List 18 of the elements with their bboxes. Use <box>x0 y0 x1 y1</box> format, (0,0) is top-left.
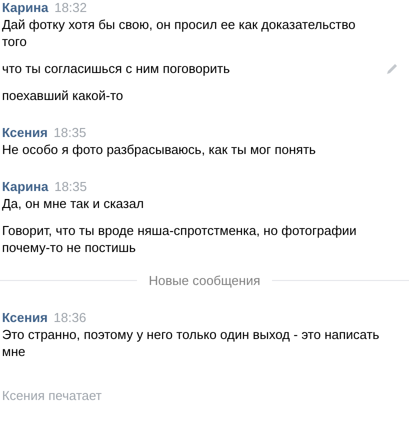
message-text: Дай фотку хотя бы свою, он просил ее как доказательство того <box>2 16 356 50</box>
message-text: Говорит, что ты вроде няша-спротстменка, но фотографии почему-то не постишь <box>2 222 358 256</box>
message-time: 18:35 <box>54 179 87 194</box>
message-time: 18:32 <box>54 0 87 15</box>
author-name[interactable]: Ксения <box>2 310 48 325</box>
message-time: 18:35 <box>54 125 86 140</box>
author-name[interactable]: Ксения <box>2 125 48 140</box>
author-name[interactable]: Карина <box>2 0 48 15</box>
pencil-icon[interactable] <box>386 62 398 74</box>
message-text: Это странно, поэтому у него только один выход - это написать мне <box>2 326 380 360</box>
message-text: Да, он мне так и сказал <box>2 195 145 212</box>
message-text: что ты согласишься с ним поговорить <box>2 60 231 77</box>
new-messages-label: Новые сообщения <box>148 272 262 289</box>
message-time: 18:36 <box>54 310 86 325</box>
message-text: поехавший какой-то <box>2 87 124 104</box>
typing-indicator: Ксения печатает <box>2 387 103 404</box>
message-text: Не особо я фото разбрасываюсь, как ты мог понять <box>2 141 317 158</box>
author-name[interactable]: Карина <box>2 179 48 194</box>
